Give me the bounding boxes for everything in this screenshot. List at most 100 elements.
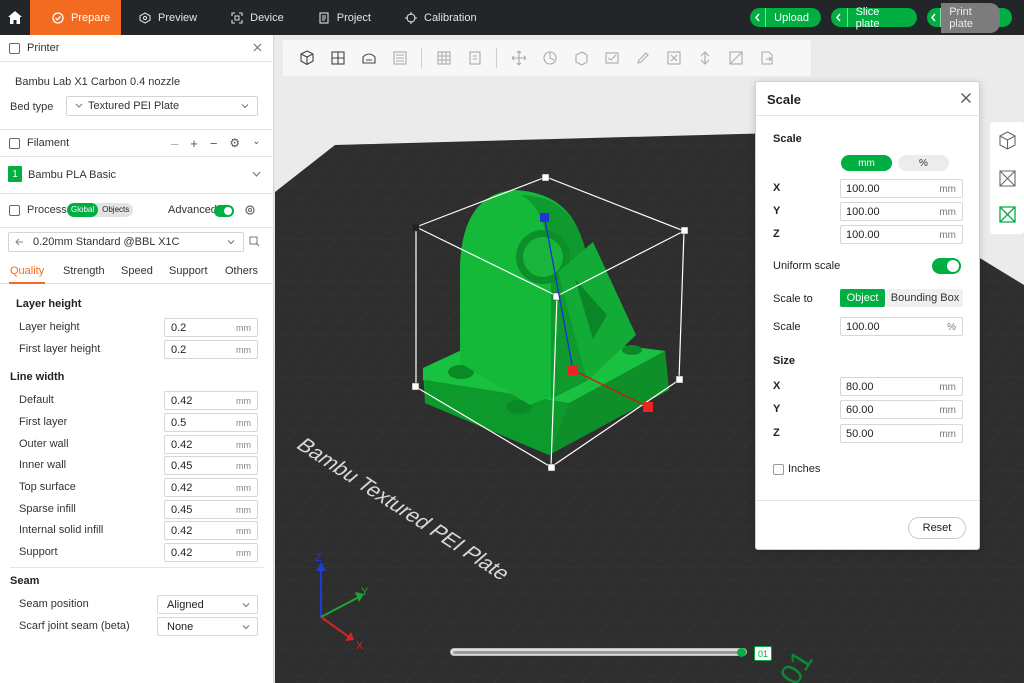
- bed-type-select[interactable]: Textured PEI Plate: [66, 96, 258, 116]
- filament-name[interactable]: Bambu PLA Basic: [28, 169, 116, 181]
- scarf-seam-select[interactable]: None: [157, 617, 258, 636]
- grid-icon[interactable]: [428, 44, 459, 72]
- slice-plate-button[interactable]: Slice plate: [831, 6, 917, 30]
- line-width-input[interactable]: 0.42 mm: [164, 435, 258, 454]
- bbox-handle[interactable]: [680, 226, 689, 235]
- tab-quality[interactable]: Quality: [10, 265, 44, 277]
- reset-button[interactable]: Reset: [908, 517, 966, 539]
- uniform-scale-toggle[interactable]: [932, 258, 961, 274]
- view-cube-icon[interactable]: [997, 130, 1018, 151]
- scale-icon[interactable]: [565, 44, 596, 72]
- split-icon[interactable]: [459, 44, 490, 72]
- gear-icon[interactable]: ⚙: [229, 136, 240, 151]
- size-x-input[interactable]: 80.00 mm: [840, 377, 963, 396]
- global-option[interactable]: Global: [67, 203, 99, 217]
- scale-z-input[interactable]: 100.00 mm: [840, 225, 963, 244]
- first-layer-height-input[interactable]: 0.2 mm: [164, 340, 258, 359]
- upload-button[interactable]: Upload: [750, 8, 821, 27]
- scale-percent-input[interactable]: 100.00%: [840, 317, 963, 336]
- line-width-value: 0.42: [171, 524, 193, 537]
- scale-x-input[interactable]: 100.00 mm: [840, 179, 963, 198]
- scale-to-bounding-box-option[interactable]: Bounding Box: [887, 289, 963, 307]
- bbox-handle[interactable]: [411, 223, 420, 232]
- home-button[interactable]: [0, 0, 30, 35]
- axis-z-label: Z: [315, 552, 322, 564]
- gear-icon[interactable]: [244, 204, 256, 216]
- print-plate-button[interactable]: Print plate: [927, 2, 1012, 33]
- unit-label: mm: [939, 405, 956, 416]
- minus-icon[interactable]: –: [171, 136, 178, 151]
- tab-project[interactable]: Project: [301, 0, 388, 35]
- line-width-input[interactable]: 0.42 mm: [164, 478, 258, 497]
- gizmo-z-handle[interactable]: [540, 213, 549, 222]
- arrange-icon[interactable]: [322, 44, 353, 72]
- line-width-input[interactable]: 0.5 mm: [164, 413, 258, 432]
- tab-support[interactable]: Support: [169, 265, 208, 277]
- filament-slot-badge[interactable]: 1: [8, 166, 22, 182]
- gizmo-x-handle[interactable]: [643, 402, 653, 412]
- inches-checkbox[interactable]: [773, 464, 784, 475]
- paint-icon[interactable]: [627, 44, 658, 72]
- support-paint-icon[interactable]: [658, 44, 689, 72]
- seam-position-select[interactable]: Aligned: [157, 595, 258, 614]
- tab-speed[interactable]: Speed: [121, 265, 153, 277]
- chevron-down-icon: [242, 603, 250, 608]
- line-width-input[interactable]: 0.45 mm: [164, 500, 258, 519]
- line-width-input[interactable]: 0.42 mm: [164, 391, 258, 410]
- seam-paint-icon[interactable]: [689, 44, 720, 72]
- layers-icon[interactable]: [384, 44, 415, 72]
- bbox-handle[interactable]: [541, 173, 550, 182]
- process-preset-select[interactable]: 0.20mm Standard @BBL X1C: [8, 232, 244, 252]
- printer-section-header: Printer: [0, 35, 274, 61]
- size-z-input[interactable]: 50.00 mm: [840, 424, 963, 443]
- tab-device[interactable]: Device: [214, 0, 301, 35]
- bbox-handle[interactable]: [411, 382, 420, 391]
- view-wireframe-icon[interactable]: [997, 168, 1018, 189]
- tab-calibration[interactable]: Calibration: [388, 0, 494, 35]
- plus-icon[interactable]: +: [190, 136, 198, 151]
- uniform-scale-label: Uniform scale: [773, 260, 841, 272]
- cut-icon[interactable]: [596, 44, 627, 72]
- objects-option[interactable]: Objects: [98, 203, 133, 217]
- tab-prepare[interactable]: Prepare: [30, 0, 121, 35]
- line-width-input[interactable]: 0.42 mm: [164, 543, 258, 562]
- unit-label: mm: [939, 382, 956, 393]
- chevron-down-icon[interactable]: ⌄: [252, 136, 260, 151]
- unit-mm-toggle[interactable]: mm: [841, 155, 892, 171]
- tab-others[interactable]: Others: [225, 265, 258, 277]
- layer-height-input[interactable]: 0.2 mm: [164, 318, 258, 337]
- gizmo-origin-handle[interactable]: [568, 365, 578, 375]
- tab-strength[interactable]: Strength: [63, 265, 105, 277]
- layer-slider-thumb[interactable]: [737, 648, 746, 657]
- prepare-icon: [52, 11, 64, 24]
- remove-icon[interactable]: −: [210, 136, 218, 151]
- close-icon[interactable]: [960, 92, 972, 104]
- compare-icon[interactable]: [249, 236, 260, 247]
- advanced-toggle[interactable]: [214, 205, 234, 217]
- unit-percent-toggle[interactable]: %: [898, 155, 949, 171]
- rotate-icon[interactable]: [534, 44, 565, 72]
- move-icon[interactable]: [503, 44, 534, 72]
- measure-icon[interactable]: [720, 44, 751, 72]
- scale-z-axis-label: Z: [773, 228, 780, 240]
- unit-label: mm: [236, 461, 251, 471]
- tab-preview[interactable]: Preview: [121, 0, 214, 35]
- orient-icon[interactable]: [353, 44, 384, 72]
- scale-to-object-option[interactable]: Object: [840, 289, 885, 307]
- global-objects-switch[interactable]: Global Objects: [67, 203, 134, 217]
- close-icon[interactable]: [253, 43, 262, 52]
- export-icon[interactable]: [751, 44, 782, 72]
- active-tab-indicator: [9, 282, 45, 284]
- layer-slider-track[interactable]: [450, 648, 747, 656]
- seam-group-title: Seam: [10, 575, 40, 587]
- tab-label: Calibration: [424, 11, 477, 24]
- chevron-down-icon[interactable]: [252, 171, 261, 178]
- bbox-handle[interactable]: [675, 375, 684, 384]
- size-y-input[interactable]: 60.00 mm: [840, 400, 963, 419]
- view-transparent-icon[interactable]: [997, 204, 1018, 225]
- line-width-input[interactable]: 0.42 mm: [164, 521, 258, 540]
- scale-y-input[interactable]: 100.00 mm: [840, 202, 963, 221]
- bbox-handle[interactable]: [547, 463, 556, 472]
- line-width-input[interactable]: 0.45 mm: [164, 456, 258, 475]
- add-cube-icon[interactable]: [291, 44, 322, 72]
